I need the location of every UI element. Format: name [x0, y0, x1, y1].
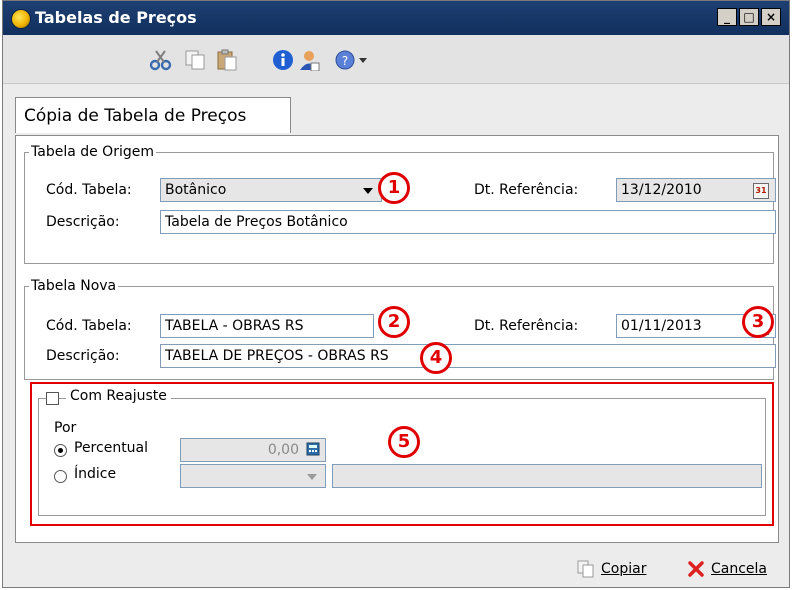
- callout-5: 5: [388, 426, 420, 458]
- origem-group: Tabela de Origem: [24, 144, 774, 264]
- chevron-down-icon: [363, 188, 373, 194]
- info-icon[interactable]: [271, 49, 295, 71]
- percentual-input[interactable]: 0,00: [180, 438, 326, 462]
- paste-icon[interactable]: [215, 49, 239, 71]
- tab-strip: Cópia de Tabela de Preços: [15, 97, 777, 135]
- user-icon[interactable]: [297, 49, 321, 71]
- origem-cod-select[interactable]: Botânico: [160, 178, 382, 202]
- percentual-value: 0,00: [267, 442, 299, 458]
- chevron-down-icon: [307, 474, 317, 480]
- origem-dt-label: Dt. Referência:: [474, 182, 579, 198]
- cancela-label: Cancela: [711, 561, 768, 577]
- scissors-icon[interactable]: [149, 49, 173, 71]
- help-icon[interactable]: ?: [333, 49, 357, 71]
- nova-cod-value: TABELA - OBRAS RS: [165, 318, 304, 334]
- origem-cod-label: Cód. Tabela:: [46, 182, 132, 198]
- footer-bar: Copiar Cancela: [3, 555, 789, 587]
- maximize-button[interactable]: □: [739, 8, 759, 26]
- window-title: Tabelas de Preços: [35, 8, 197, 27]
- nova-desc-label: Descrição:: [46, 348, 120, 364]
- title-bar: Tabelas de Preços _ □ ×: [3, 1, 789, 35]
- reajuste-checkbox[interactable]: [46, 392, 59, 405]
- calendar-icon[interactable]: 31: [753, 183, 769, 199]
- copiar-label: Copiar: [601, 561, 647, 577]
- nova-desc-value: TABELA DE PREÇOS - OBRAS RS: [165, 348, 389, 364]
- callout-1: 1: [378, 172, 410, 204]
- por-label: Por: [54, 420, 77, 436]
- minimize-button[interactable]: _: [717, 8, 737, 26]
- origem-desc-field[interactable]: Tabela de Preços Botânico: [160, 210, 776, 234]
- nova-dt-label: Dt. Referência:: [474, 318, 579, 334]
- indice-description-field[interactable]: [332, 464, 762, 488]
- origem-legend: Tabela de Origem: [29, 144, 156, 160]
- origem-cod-value: Botânico: [165, 182, 227, 198]
- nova-desc-input[interactable]: TABELA DE PREÇOS - OBRAS RS: [160, 344, 776, 368]
- cancel-x-icon: [688, 561, 704, 577]
- callout-3: 3: [742, 306, 774, 338]
- svg-text:?: ?: [342, 54, 348, 68]
- dropdown-arrow-icon[interactable]: [357, 49, 369, 71]
- nova-legend: Tabela Nova: [29, 278, 119, 294]
- nova-dt-value: 01/11/2013: [621, 318, 702, 334]
- indice-label: Índice: [74, 466, 117, 482]
- tab-copia-tabela[interactable]: Cópia de Tabela de Preços: [15, 97, 291, 133]
- reajuste-label: Com Reajuste: [66, 388, 171, 404]
- indice-radio[interactable]: [54, 470, 67, 483]
- origem-desc-value: Tabela de Preços Botânico: [165, 214, 348, 230]
- toolbar: ?: [3, 35, 789, 84]
- calculator-icon[interactable]: [306, 442, 320, 456]
- percentual-radio[interactable]: [54, 444, 67, 457]
- nova-cod-input[interactable]: TABELA - OBRAS RS: [160, 314, 374, 338]
- callout-4: 4: [420, 342, 452, 374]
- main-panel: Tabela de Origem Cód. Tabela: Botânico D…: [15, 135, 779, 543]
- origem-dt-value: 13/12/2010: [621, 182, 702, 198]
- percentual-label: Percentual: [74, 440, 149, 456]
- callout-2: 2: [378, 306, 410, 338]
- copy-icon: [577, 560, 594, 578]
- app-icon: [11, 9, 31, 29]
- app-window: Tabelas de Preços _ □ × ? Cópia de Tabel…: [2, 0, 790, 588]
- close-button[interactable]: ×: [761, 8, 781, 26]
- copy-icon[interactable]: [183, 49, 207, 71]
- origem-dt-field[interactable]: 13/12/2010 31: [616, 178, 776, 202]
- indice-select[interactable]: [180, 464, 326, 488]
- nova-cod-label: Cód. Tabela:: [46, 318, 132, 334]
- origem-desc-label: Descrição:: [46, 214, 120, 230]
